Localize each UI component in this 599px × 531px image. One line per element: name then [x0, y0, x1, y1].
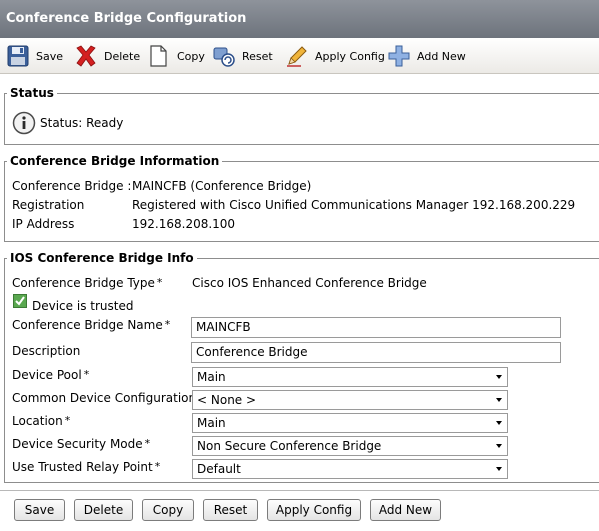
toolbar-delete-button[interactable]: Delete	[74, 44, 140, 68]
cb-type-label: Conference Bridge Type *	[12, 276, 163, 290]
plus-icon	[387, 44, 411, 68]
dropdown-arrow-icon	[496, 421, 502, 425]
pencil-icon	[285, 44, 309, 68]
security-mode-select[interactable]: Non Secure Conference Bridge	[192, 436, 508, 456]
reset-button[interactable]: Reset	[203, 499, 258, 521]
ip-address-label: IP Address	[12, 217, 75, 231]
delete-x-icon	[74, 44, 98, 68]
toolbar-add-new-button[interactable]: Add New	[387, 44, 466, 68]
info-icon	[12, 111, 36, 138]
required-marker: *	[164, 318, 171, 331]
required-marker: *	[156, 276, 163, 289]
dropdown-arrow-icon	[496, 375, 502, 379]
ios-info-legend: IOS Conference Bridge Info	[10, 251, 194, 265]
cb-type-value: Cisco IOS Enhanced Conference Bridge	[192, 276, 427, 290]
ip-address-value: 192.168.208.100	[132, 217, 236, 231]
security-mode-selected: Non Secure Conference Bridge	[197, 439, 382, 453]
toolbar: Save Delete Copy Reset Apply Config Add …	[0, 38, 599, 74]
location-select[interactable]: Main	[192, 413, 508, 433]
device-pool-selected: Main	[197, 370, 226, 384]
device-pool-select[interactable]: Main	[192, 367, 508, 387]
trusted-relay-select[interactable]: Default	[192, 459, 508, 479]
bottom-divider	[0, 490, 599, 491]
security-mode-label: Device Security Mode *	[12, 437, 151, 451]
cb-value: MAINCFB (Conference Bridge)	[132, 179, 312, 193]
toolbar-apply-config-label: Apply Config	[315, 49, 385, 63]
required-marker: *	[154, 460, 161, 473]
dropdown-arrow-icon	[496, 398, 502, 402]
dropdown-arrow-icon	[496, 444, 502, 448]
toolbar-reset-label: Reset	[242, 49, 273, 63]
device-trusted-label: Device is trusted	[32, 299, 134, 313]
toolbar-apply-config-button[interactable]: Apply Config	[285, 44, 385, 68]
copy-page-icon	[147, 44, 171, 68]
trusted-relay-label: Use Trusted Relay Point *	[12, 460, 161, 474]
description-input[interactable]: Conference Bridge	[191, 342, 561, 363]
delete-button[interactable]: Delete	[74, 499, 133, 521]
cb-label: Conference Bridge :	[12, 179, 132, 193]
registration-value: Registered with Cisco Unified Communicat…	[132, 198, 576, 212]
toolbar-add-new-label: Add New	[417, 49, 466, 63]
description-label: Description	[12, 344, 81, 358]
required-marker: *	[64, 414, 71, 427]
status-text: Status: Ready	[40, 116, 124, 130]
toolbar-copy-button[interactable]: Copy	[147, 44, 205, 68]
toolbar-save-label: Save	[36, 49, 64, 63]
add-new-button[interactable]: Add New	[370, 499, 441, 521]
cb-name-input[interactable]: MAINCFB	[191, 317, 561, 338]
common-config-selected: < None >	[197, 393, 257, 407]
page-title: Conference Bridge Configuration	[0, 0, 599, 38]
cb-information-legend: Conference Bridge Information	[10, 154, 220, 168]
device-trusted-checkbox[interactable]	[13, 294, 27, 308]
cb-name-label: Conference Bridge Name *	[12, 318, 171, 332]
dropdown-arrow-icon	[496, 467, 502, 471]
toolbar-save-button[interactable]: Save	[6, 44, 63, 68]
common-config-label: Common Device Configuration	[12, 391, 197, 405]
common-config-select[interactable]: < None >	[192, 390, 508, 410]
toolbar-copy-label: Copy	[177, 49, 205, 63]
checkmark-icon	[15, 296, 25, 306]
registration-label: Registration	[12, 198, 85, 212]
trusted-relay-selected: Default	[197, 462, 241, 476]
location-selected: Main	[197, 416, 226, 430]
copy-button[interactable]: Copy	[142, 499, 194, 521]
location-label: Location *	[12, 414, 71, 428]
reset-icon	[212, 44, 236, 68]
toolbar-delete-label: Delete	[104, 49, 141, 63]
floppy-disk-icon	[6, 44, 30, 68]
apply-config-button[interactable]: Apply Config	[267, 499, 361, 521]
save-button[interactable]: Save	[14, 499, 65, 521]
toolbar-reset-button[interactable]: Reset	[212, 44, 273, 68]
status-legend: Status	[10, 86, 54, 100]
required-marker: *	[144, 437, 151, 450]
device-pool-label: Device Pool *	[12, 368, 90, 382]
required-marker: *	[83, 368, 90, 381]
